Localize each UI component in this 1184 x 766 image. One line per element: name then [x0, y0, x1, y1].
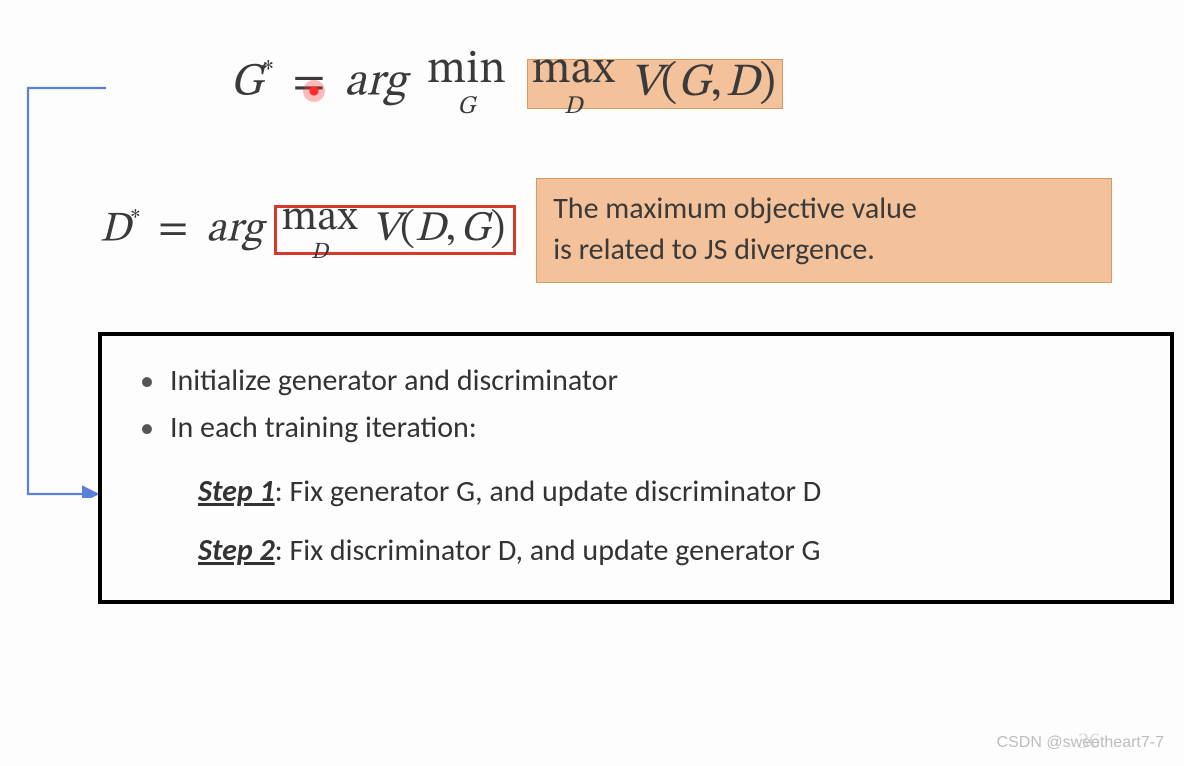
arg-text: arg — [206, 208, 262, 250]
arg-G: G — [460, 208, 490, 250]
superscript-star: * — [131, 208, 140, 231]
step2-text: : Fix discriminator D, and update genera… — [275, 532, 821, 569]
max-operator: max D — [532, 47, 615, 120]
note-line1: The maximum objective value — [553, 190, 917, 227]
paren-open: ( — [661, 60, 677, 106]
comma: , — [710, 60, 721, 106]
min-operator: min G — [427, 47, 506, 120]
step1-label: Step 1 — [198, 473, 275, 510]
func-V: V — [630, 60, 661, 106]
algo-bullet-init: Initialize generator and discriminator — [140, 358, 1140, 405]
equation-d-star-row: D* = arg max D V(D,G) The maximum object… — [100, 178, 1112, 283]
algorithm-box: Initialize generator and discriminator I… — [98, 332, 1174, 604]
laser-pointer-icon — [303, 80, 325, 102]
arg-G: G — [677, 60, 710, 106]
arg-text: arg — [344, 60, 406, 106]
max-operator: max D — [281, 197, 357, 264]
var-D: D — [100, 208, 131, 250]
equals-sign: = — [158, 208, 188, 250]
paren-close: ) — [490, 208, 505, 250]
watermark: CSDN @sweetheart7-7 — [997, 734, 1164, 752]
equation-d-star: D* = arg max D V(D,G) — [100, 197, 516, 264]
note-line2: is related to JS divergence. — [553, 231, 875, 268]
callout-js-divergence: The maximum objective value is related t… — [536, 178, 1112, 283]
red-highlight-max-V: max D V(D,G) — [274, 205, 516, 255]
highlight-max-V: max D V(G,D) — [527, 59, 783, 109]
algo-step-2: Step 2: Fix discriminator D, and update … — [198, 528, 1140, 575]
step1-text: : Fix generator G, and update discrimina… — [275, 473, 822, 510]
paren-close: ) — [759, 60, 775, 106]
superscript-star: * — [263, 61, 273, 86]
arg-D: D — [726, 60, 760, 106]
func-V: V — [371, 208, 400, 250]
arg-D: D — [415, 208, 446, 250]
algo-step-1: Step 1: Fix generator G, and update disc… — [198, 469, 1140, 516]
connector-arrow — [22, 86, 108, 498]
algo-bullet-iter: In each training iteration: — [140, 405, 1140, 452]
var-G: G — [230, 60, 263, 106]
comma: , — [446, 208, 456, 250]
paren-open: ( — [400, 208, 415, 250]
step2-label: Step 2 — [198, 532, 275, 569]
